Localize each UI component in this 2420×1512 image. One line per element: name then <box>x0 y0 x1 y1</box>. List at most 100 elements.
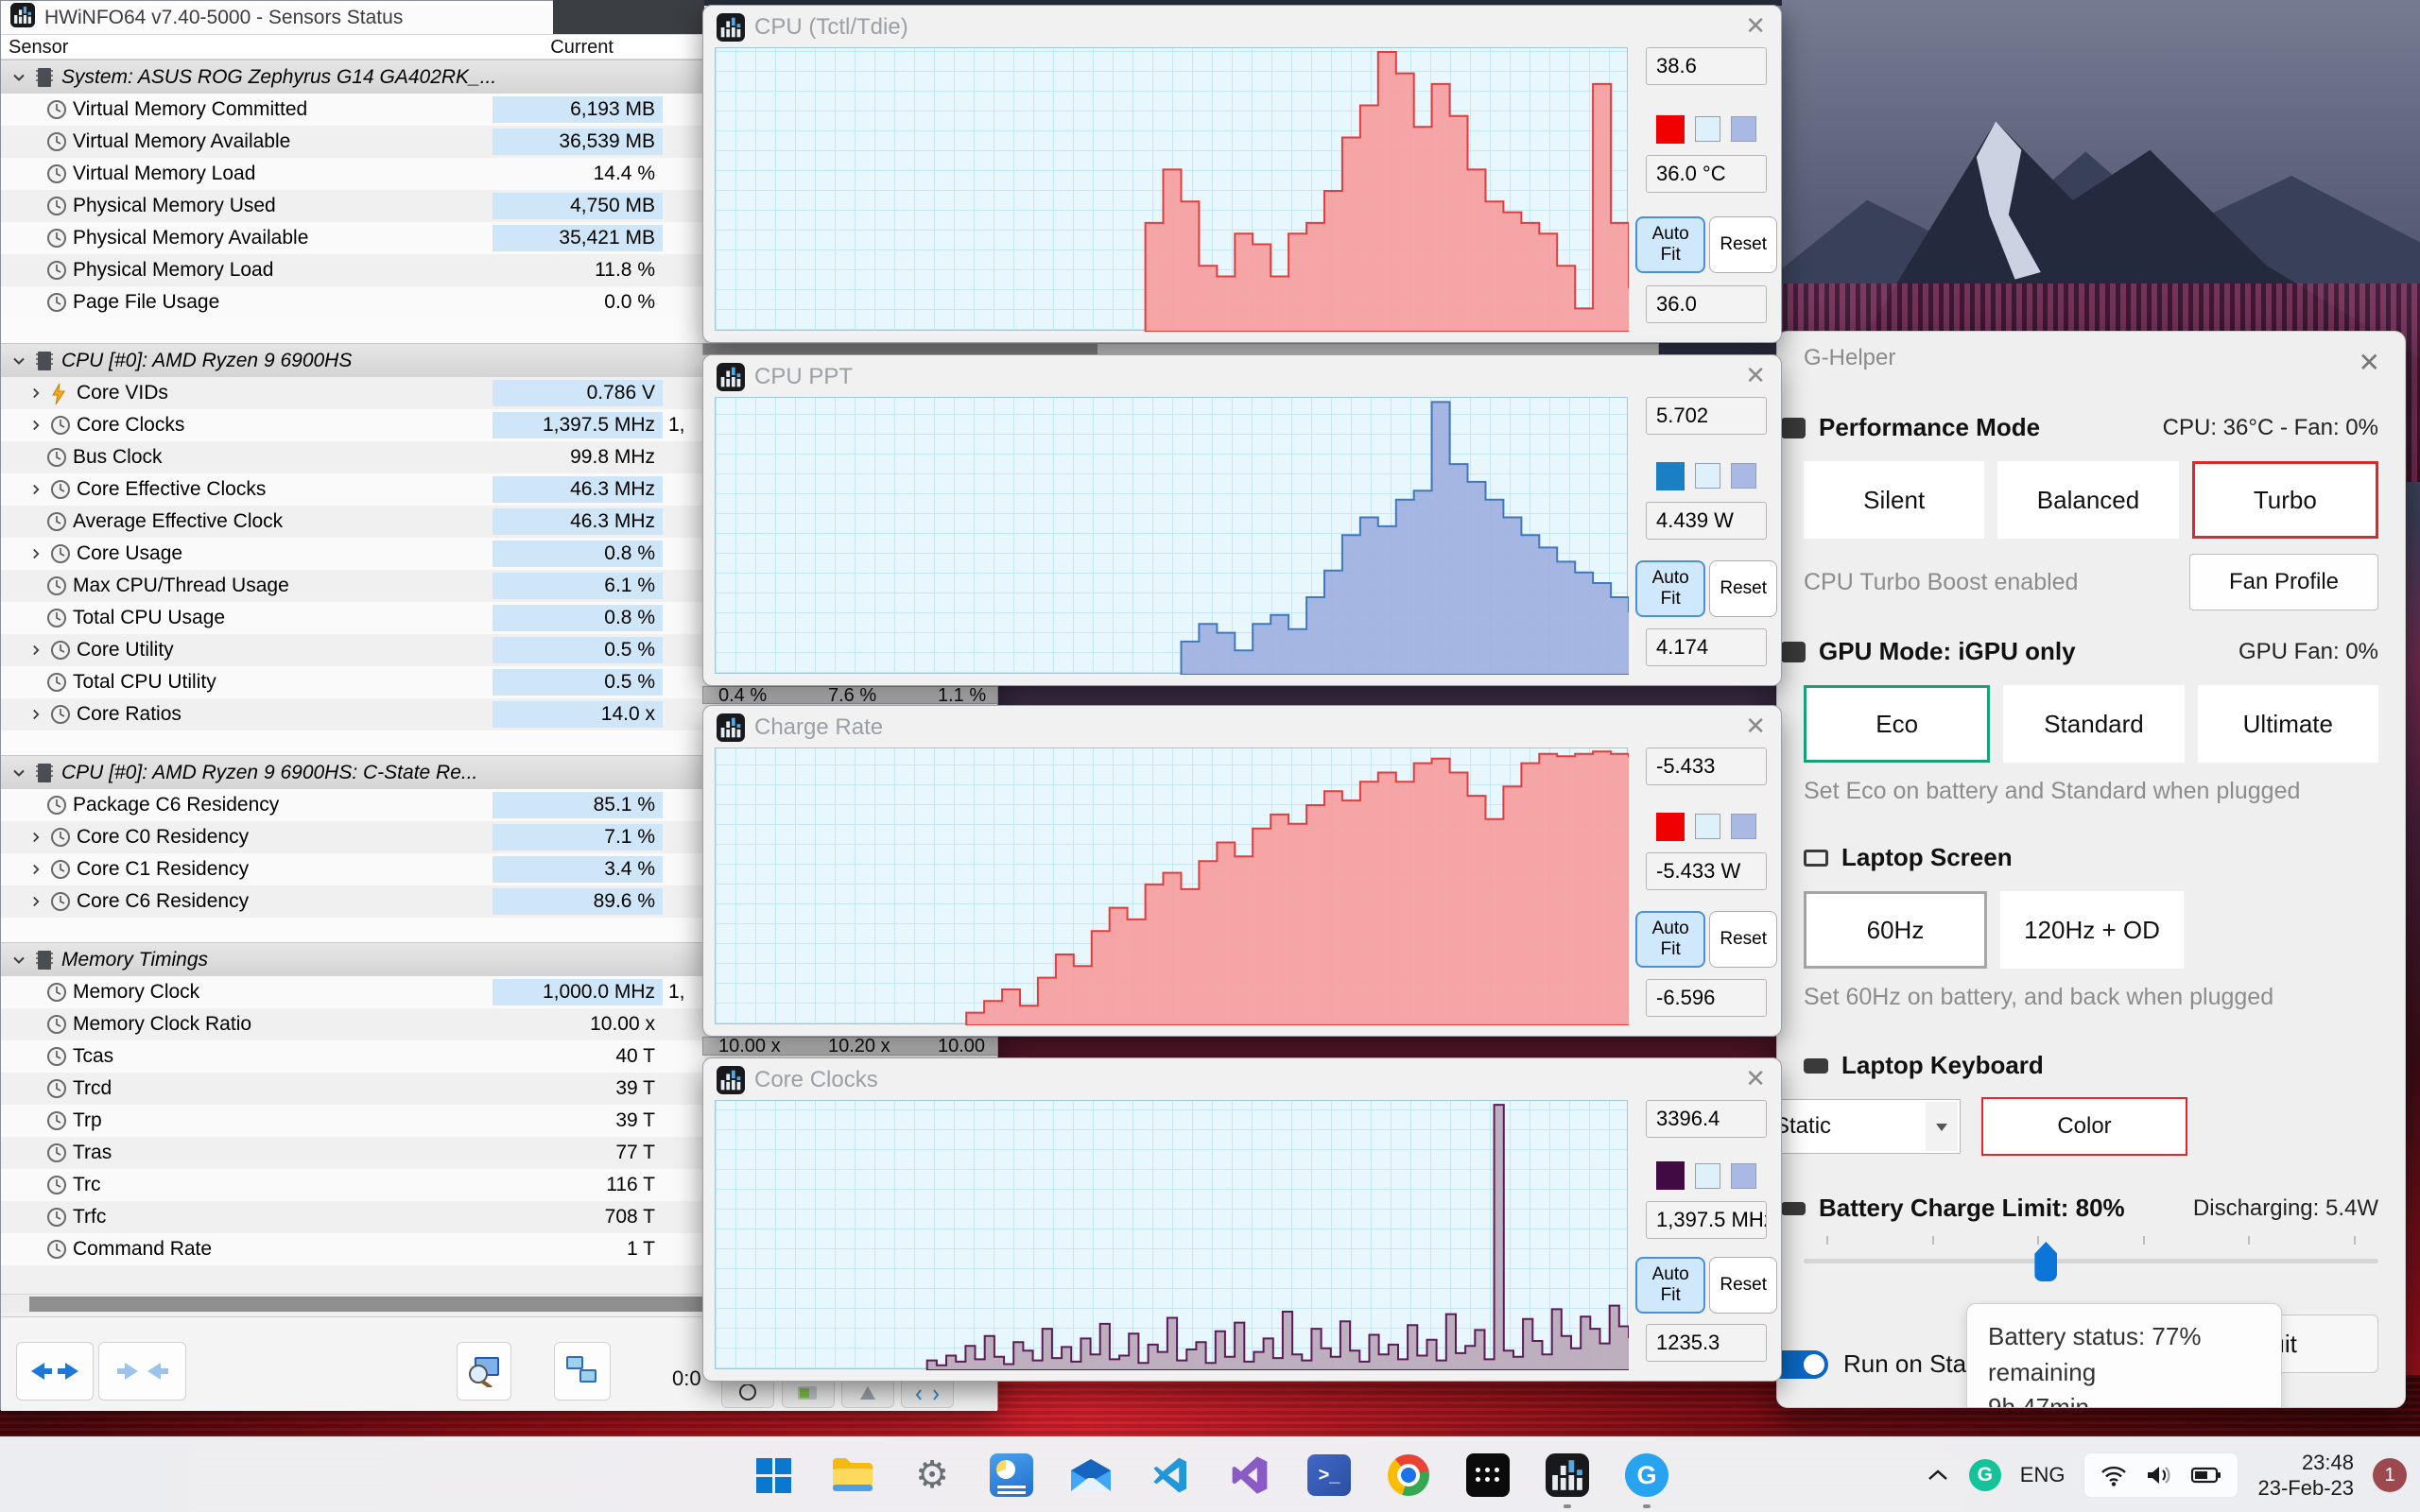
graph-titlebar[interactable]: CPU PPT <box>717 363 853 391</box>
sensor-row[interactable]: Memory Clock 1,000.0 MHz 1, <box>1 976 705 1008</box>
reset-button[interactable]: Reset <box>1709 559 1777 617</box>
expand-icon[interactable] <box>26 482 46 497</box>
taskbar-icon-system-monitor[interactable] <box>984 1448 1039 1503</box>
color-swatch[interactable] <box>1695 1162 1720 1189</box>
expand-icon[interactable] <box>26 894 46 909</box>
sensor-row[interactable]: Core VIDs 0.786 V <box>1 377 705 409</box>
slider-track[interactable] <box>1804 1259 2378 1263</box>
mode-button-silent[interactable]: Silent <box>1804 461 1985 539</box>
graph-titlebar[interactable]: Core Clocks <box>717 1066 878 1094</box>
auto-fit-button[interactable]: Auto Fit <box>1635 559 1706 617</box>
color-swatch[interactable] <box>1731 116 1756 143</box>
color-swatch[interactable] <box>1656 461 1685 490</box>
sensor-group-row[interactable]: CPU [#0]: AMD Ryzen 9 6900HS <box>1 343 705 377</box>
column-current[interactable]: Current <box>493 37 614 59</box>
screen-button-120hz[interactable]: 120Hz + OD <box>2000 891 2184 969</box>
graph-titlebar[interactable]: Charge Rate <box>717 713 883 742</box>
expand-icon[interactable] <box>26 546 46 561</box>
slider-handle[interactable] <box>2034 1242 2058 1281</box>
close-icon[interactable]: ✕ <box>1745 1064 1766 1093</box>
taskbar-icon-mail[interactable] <box>1063 1448 1118 1503</box>
system-summary-button[interactable] <box>457 1342 511 1400</box>
auto-fit-button[interactable]: Auto Fit <box>1635 910 1706 968</box>
sensor-row[interactable]: Memory Clock Ratio 10.00 x <box>1 1008 705 1040</box>
color-swatch[interactable] <box>1656 1161 1685 1191</box>
screen-button-60hz[interactable]: 60Hz <box>1804 891 1987 969</box>
language-indicator[interactable]: ENG <box>2020 1463 2066 1487</box>
sensor-row[interactable]: Core C1 Residency 3.4 % <box>1 853 705 885</box>
sensor-row[interactable]: Core Utility 0.5 % <box>1 634 705 666</box>
sensor-row[interactable]: Physical Memory Available 35,421 MB <box>1 222 705 254</box>
tray-chevron-up-icon[interactable] <box>1926 1467 1950 1484</box>
expand-icon[interactable] <box>26 643 46 658</box>
sensor-row[interactable]: Trcd 39 T <box>1 1073 705 1105</box>
taskbar-icon-media-grid[interactable] <box>1461 1448 1515 1503</box>
color-swatch[interactable] <box>1695 463 1720 490</box>
sensor-row[interactable]: Page File Usage 0.0 % <box>1 286 705 318</box>
reset-button[interactable]: Reset <box>1709 910 1777 968</box>
collapse-icon[interactable] <box>9 765 29 782</box>
sensor-row[interactable]: Tras 77 T <box>1 1137 705 1169</box>
taskbar-icon-powershell[interactable]: >_ <box>1302 1448 1357 1503</box>
color-swatch[interactable] <box>1695 116 1720 143</box>
color-swatch[interactable] <box>1731 814 1756 840</box>
close-icon[interactable]: ✕ <box>1745 712 1766 741</box>
system-tray-pill[interactable] <box>2083 1452 2239 1498</box>
close-icon[interactable]: ✕ <box>1745 11 1766 41</box>
gpu-button-eco[interactable]: Eco <box>1804 685 1991 763</box>
color-swatch[interactable] <box>1731 1162 1756 1189</box>
taskbar-icon-file-explorer[interactable] <box>825 1448 880 1503</box>
auto-fit-button[interactable]: Auto Fit <box>1635 215 1706 273</box>
gpu-button-standard[interactable]: Standard <box>2003 685 2185 763</box>
remote-monitoring-button[interactable] <box>554 1342 611 1400</box>
color-swatch[interactable] <box>1695 814 1720 840</box>
sensor-row[interactable]: Core Clocks 1,397.5 MHz 1, <box>1 409 705 441</box>
sensor-row[interactable]: Virtual Memory Committed 6,193 MB <box>1 94 705 126</box>
sensor-row[interactable]: Package C6 Residency 85.1 % <box>1 789 705 821</box>
color-swatch[interactable] <box>1656 114 1685 144</box>
sensor-row[interactable]: Physical Memory Used 4,750 MB <box>1 190 705 222</box>
grammarly-tray-icon[interactable]: G <box>1968 1459 2001 1491</box>
sensor-row[interactable]: Command Rate 1 T <box>1 1233 705 1265</box>
sensor-group-row[interactable]: Memory Timings <box>1 942 705 976</box>
sensor-row[interactable]: Tcas 40 T <box>1 1040 705 1073</box>
sensor-row[interactable]: Core C0 Residency 7.1 % <box>1 821 705 853</box>
sensor-row[interactable]: Average Effective Clock 46.3 MHz <box>1 506 705 538</box>
sensor-row[interactable]: Core Ratios 14.0 x <box>1 698 705 730</box>
sensor-row[interactable]: Trfc 708 T <box>1 1201 705 1233</box>
sensor-row[interactable]: Virtual Memory Available 36,539 MB <box>1 126 705 158</box>
collapse-icon[interactable] <box>9 352 29 369</box>
color-swatch[interactable] <box>1656 812 1685 841</box>
reset-button[interactable]: Reset <box>1709 215 1777 273</box>
column-sensor[interactable]: Sensor <box>9 37 68 59</box>
graph-titlebar[interactable]: CPU (Tctl/Tdie) <box>717 13 908 42</box>
taskbar-icon-g-helper[interactable]: G <box>1619 1448 1674 1508</box>
taskbar-icon-hwinfo[interactable] <box>1540 1448 1595 1508</box>
keyboard-color-button[interactable]: Color <box>1981 1097 2187 1156</box>
collapse-icon[interactable] <box>9 69 29 86</box>
sensor-row[interactable]: Physical Memory Load 11.8 % <box>1 254 705 286</box>
expand-icon[interactable] <box>26 862 46 877</box>
taskbar-icon-chrome[interactable] <box>1381 1448 1436 1503</box>
taskbar-clock[interactable]: 23:48 23-Feb-23 <box>2257 1450 2354 1502</box>
sensor-row[interactable]: Core Effective Clocks 46.3 MHz <box>1 473 705 506</box>
run-on-startup-toggle[interactable] <box>1777 1349 1828 1379</box>
close-icon[interactable]: ✕ <box>1745 361 1766 390</box>
notification-badge[interactable]: 1 <box>2373 1458 2407 1492</box>
reset-button[interactable]: Reset <box>1709 1257 1777 1314</box>
keyboard-mode-dropdown[interactable]: Static <box>1777 1099 1961 1154</box>
expand-icon[interactable] <box>26 418 46 433</box>
sensor-row[interactable]: Total CPU Utility 0.5 % <box>1 666 705 698</box>
chevron-down-icon[interactable] <box>1926 1102 1958 1151</box>
sensor-row[interactable]: Trp 39 T <box>1 1105 705 1137</box>
sensor-group-row[interactable]: CPU [#0]: AMD Ryzen 9 6900HS: C-State Re… <box>1 755 705 789</box>
sensor-row[interactable]: Core C6 Residency 89.6 % <box>1 885 705 918</box>
expand-icon[interactable] <box>26 386 46 401</box>
auto-fit-button[interactable]: Auto Fit <box>1635 1257 1706 1314</box>
fan-profile-button[interactable]: Fan Profile <box>2189 554 2378 610</box>
sensor-row[interactable]: Trc 116 T <box>1 1169 705 1201</box>
expand-columns-button[interactable] <box>16 1342 94 1400</box>
expand-icon[interactable] <box>26 830 46 845</box>
mode-button-turbo[interactable]: Turbo <box>2191 461 2378 539</box>
taskbar-icon-start[interactable] <box>746 1448 801 1503</box>
